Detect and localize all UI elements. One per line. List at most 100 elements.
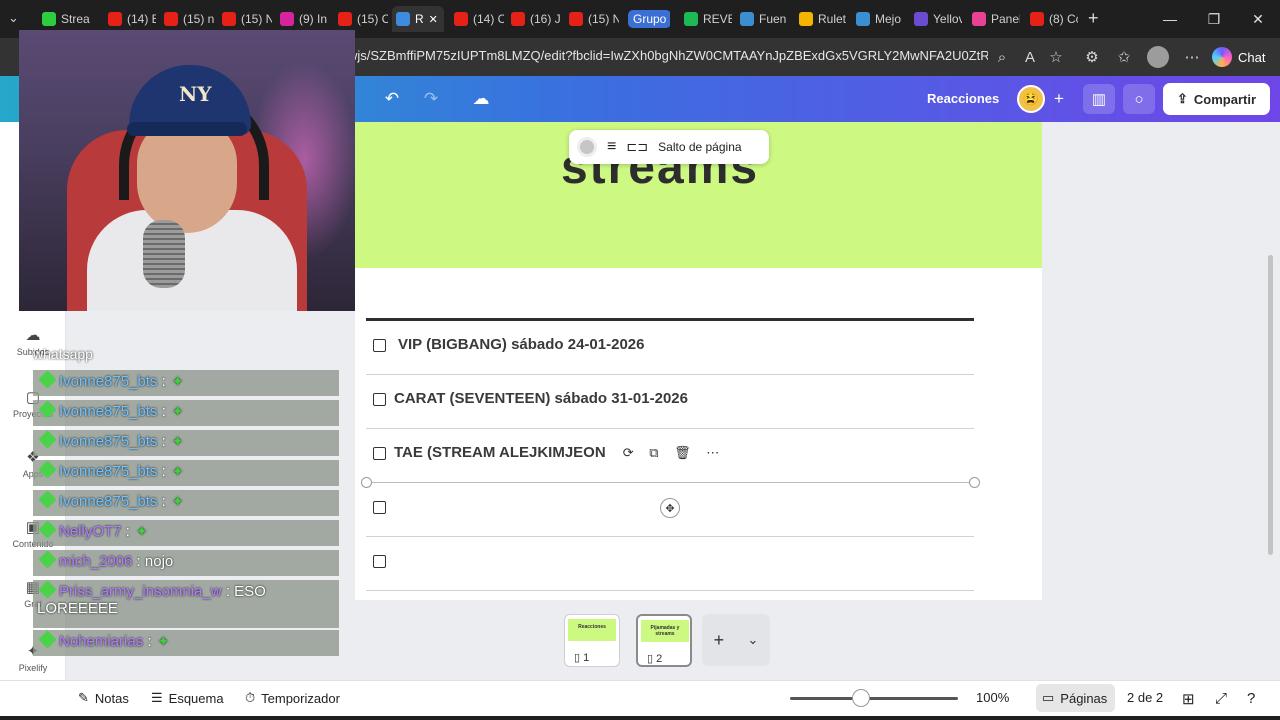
page-thumbnail-2[interactable]: Pijamadas y streams ▯ 2 (636, 614, 692, 667)
search-icon[interactable]: ⌕ (992, 47, 1012, 67)
browser-tab[interactable]: Panel (968, 6, 1020, 32)
browser-tab[interactable]: R ✕ (392, 6, 444, 32)
move-handle-icon[interactable]: ✥ (660, 498, 680, 518)
browser-tab[interactable]: (8) Cc (1026, 6, 1078, 32)
close-window-icon[interactable]: ✕ (1236, 0, 1280, 38)
browser-tab[interactable]: (15) n (160, 6, 214, 32)
tab-favicon-icon (914, 12, 928, 26)
user-avatar[interactable]: 😫 (1017, 85, 1045, 113)
chat-separator: : (157, 403, 166, 420)
line-style-icon[interactable]: ≡ (607, 138, 616, 156)
row-text[interactable]: TAE (STREAM ALEJKIMJEON (394, 444, 606, 461)
insights-icon[interactable]: ▥ (1083, 84, 1115, 114)
tab-search-icon[interactable]: ⌄ (8, 10, 19, 26)
more-options-icon[interactable]: ⋯ (706, 445, 719, 461)
row-checkbox[interactable] (373, 339, 386, 352)
share-button[interactable]: ⇪ Compartir (1163, 83, 1270, 115)
row-checkbox[interactable] (373, 447, 386, 460)
cloud-saved-icon[interactable]: ☁ (470, 88, 492, 110)
browser-tab[interactable]: (14) C (450, 6, 504, 32)
chat-username: mich_2006 (59, 553, 133, 570)
zoom-slider-knob[interactable] (851, 689, 870, 707)
tab-label: REVE (703, 12, 732, 26)
chat-badge-icon (38, 550, 57, 569)
duplicate-icon[interactable]: ⧉ (649, 445, 658, 461)
color-picker-icon[interactable] (577, 137, 597, 157)
delete-icon[interactable]: 🗑 (674, 445, 691, 461)
profile-avatar[interactable] (1147, 46, 1169, 68)
row-divider (366, 374, 974, 375)
chat-badge-icon (38, 520, 57, 539)
chat-separator: : (121, 523, 130, 540)
add-page-button[interactable]: + ⌄ (702, 614, 770, 666)
comments-icon[interactable]: ○ (1123, 84, 1155, 114)
share-label: Compartir (1193, 91, 1257, 107)
selection-line (366, 482, 974, 483)
outline-button[interactable]: ☰ Esquema (151, 690, 224, 706)
selection-handle-left[interactable] (361, 477, 372, 488)
star-icon[interactable]: ☆ (1046, 47, 1066, 67)
grid-view-icon[interactable]: ⊞ (1182, 690, 1195, 708)
row-checkbox[interactable] (373, 393, 386, 406)
chat-badge-icon (38, 630, 57, 649)
browser-tab[interactable]: Strea (38, 6, 96, 32)
browser-tab[interactable]: Fuen (736, 6, 788, 32)
add-collaborator-icon[interactable]: + (1048, 88, 1070, 110)
tab-label: (14) E (127, 12, 156, 26)
vertical-scrollbar[interactable] (1268, 255, 1273, 555)
browser-tab[interactable]: (14) E (104, 6, 156, 32)
read-aloud-icon[interactable]: A (1020, 47, 1040, 67)
undo-icon[interactable]: ↶ (381, 88, 403, 110)
row-text[interactable]: CARAT (SEVENTEEN) sábado 31-01-2026 (394, 390, 688, 407)
browser-tab[interactable]: (15) C (334, 6, 388, 32)
maximize-icon[interactable]: ❐ (1192, 0, 1236, 38)
page-break-label[interactable]: Salto de página (658, 140, 741, 154)
tab-group-label[interactable]: Grupo (628, 10, 670, 28)
browser-tab[interactable]: Yellov (910, 6, 962, 32)
chevron-down-icon[interactable]: ⌄ (747, 632, 758, 648)
design-title[interactable]: Reacciones (927, 91, 999, 106)
row-text[interactable]: VIP (BIGBANG) sábado 24-01-2026 (398, 336, 644, 353)
browser-tab[interactable]: Mejo (852, 6, 904, 32)
notes-label: Notas (94, 690, 129, 706)
browser-tab[interactable]: Rulet (795, 6, 847, 32)
favorites-icon[interactable]: ✩ (1114, 47, 1134, 67)
pages-button[interactable]: ▭ Páginas (1036, 684, 1115, 712)
new-tab-button[interactable]: + (1088, 8, 1099, 29)
row-divider (366, 536, 974, 537)
browser-tab[interactable]: Grupo (624, 6, 670, 32)
url-field[interactable]: wjs/SZBmffiPM75zIUPTm8LMZQ/edit?fbclid=I… (348, 48, 988, 63)
selection-handle-right[interactable] (969, 477, 980, 488)
zoom-percent[interactable]: 100% (976, 690, 1009, 705)
chat-badge-icon (38, 460, 57, 479)
minimize-icon[interactable]: — (1148, 0, 1192, 38)
browser-tab[interactable]: (15) N (565, 6, 619, 32)
chat-username: Ivonne875_bts (59, 403, 158, 420)
browser-tab[interactable]: (15) N (218, 6, 272, 32)
browser-tab[interactable]: (16) J (507, 6, 561, 32)
row-checkbox[interactable] (373, 501, 386, 514)
redo-icon[interactable]: ↷ (420, 88, 442, 110)
extensions-icon[interactable]: ⚙ (1082, 47, 1102, 67)
tab-label: Yellov (933, 12, 962, 26)
thumbnail-title: Reacciones (568, 619, 616, 641)
page-break-icon[interactable]: ⊏⊐ (626, 139, 648, 155)
design-page[interactable]: streams (355, 122, 1042, 600)
browser-tab[interactable]: (9) In (276, 6, 330, 32)
help-icon[interactable]: ? (1247, 690, 1255, 707)
close-tab-icon[interactable]: ✕ (429, 13, 438, 26)
browser-tab[interactable]: REVE (680, 6, 732, 32)
comment-add-icon[interactable]: ⟳ (623, 445, 634, 461)
copilot-chat-button[interactable]: Chat (1212, 46, 1265, 68)
tab-favicon-icon (684, 12, 698, 26)
page-thumbnail-1[interactable]: Reacciones ▯ 1 (564, 614, 620, 667)
row-checkbox[interactable] (373, 555, 386, 568)
timer-button[interactable]: ⏱ Temporizador (245, 690, 340, 706)
window-controls: — ❐ ✕ (1148, 0, 1280, 38)
plus-icon: + (713, 629, 725, 650)
notes-button[interactable]: ✎ Notas (78, 690, 129, 706)
zoom-slider[interactable] (790, 697, 958, 700)
fullscreen-icon[interactable]: ⤢ (1215, 690, 1227, 707)
tab-label: Mejo (875, 12, 902, 26)
more-menu-icon[interactable]: ⋯ (1182, 47, 1202, 67)
